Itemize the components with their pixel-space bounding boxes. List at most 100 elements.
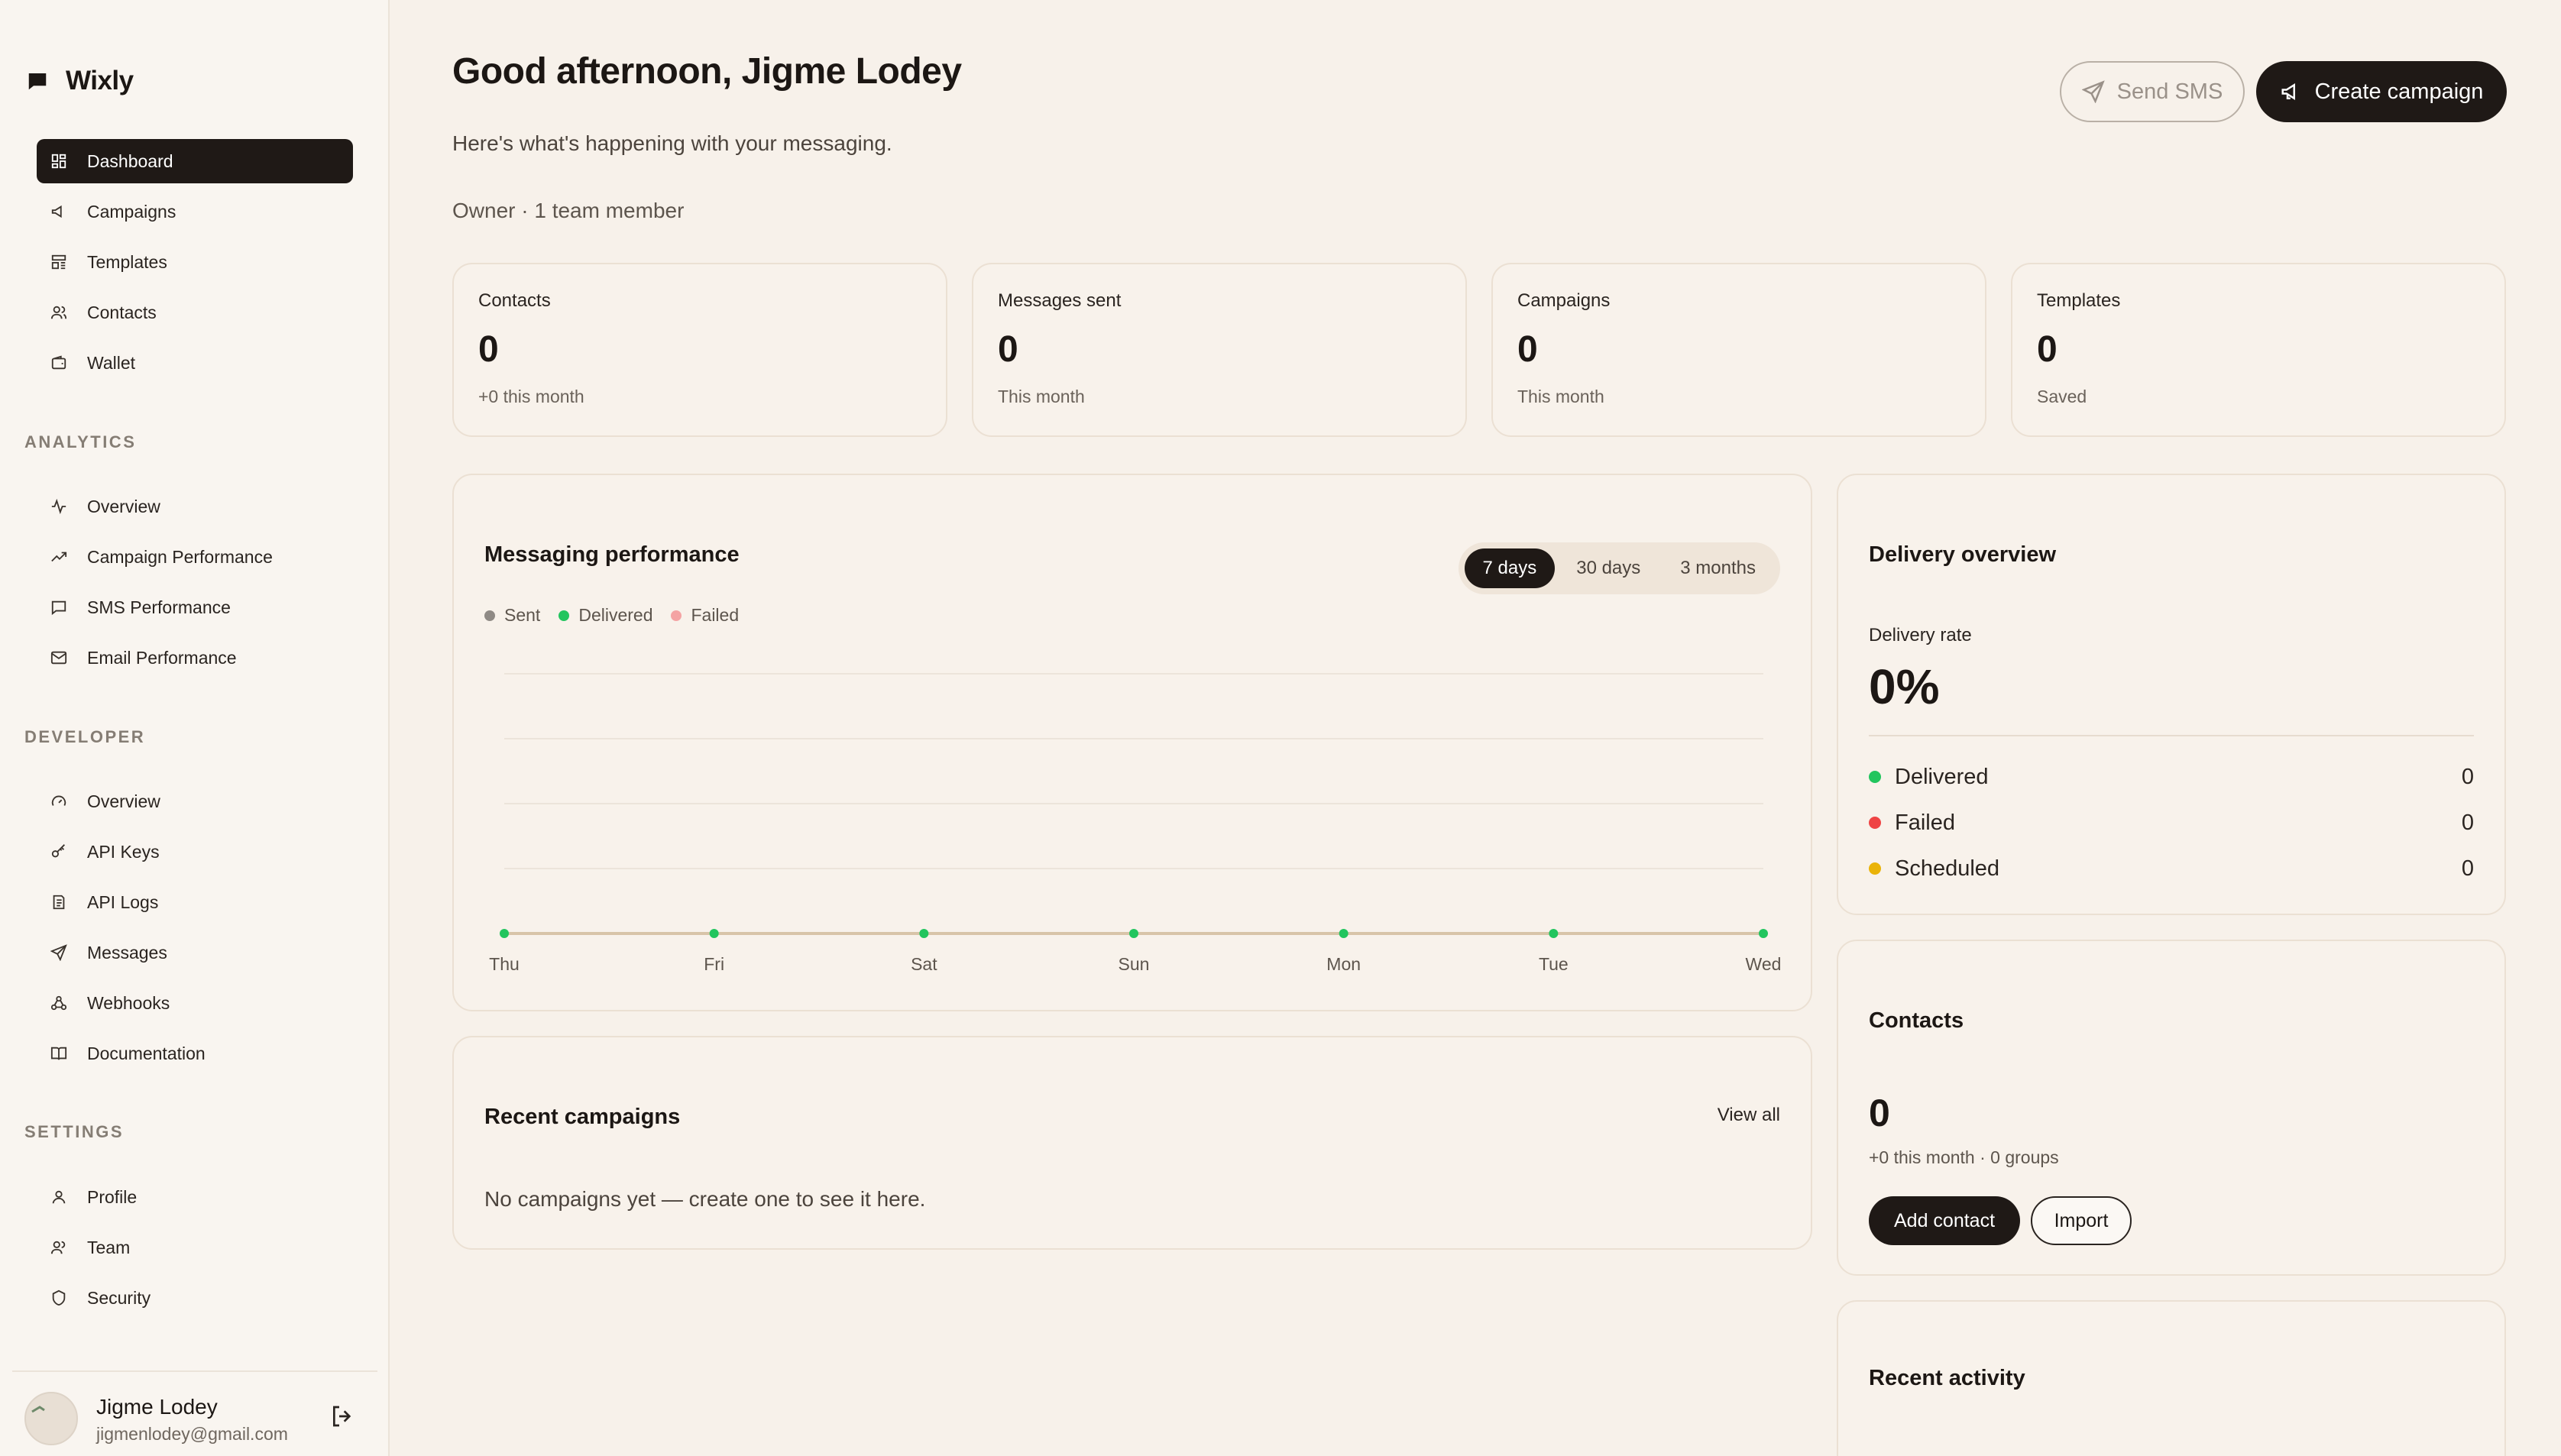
sidebar-item-campaign-performance[interactable]: Campaign Performance bbox=[37, 535, 353, 579]
brand[interactable]: Wixly bbox=[26, 66, 134, 96]
data-point-delivered[interactable] bbox=[1129, 929, 1138, 938]
stat-value: 0 bbox=[478, 329, 499, 370]
page-title: Good afternoon, Jigme Lodey bbox=[452, 51, 962, 92]
delivery-row-failed: Failed 0 bbox=[1869, 807, 2474, 838]
view-all-link[interactable]: View all bbox=[1718, 1105, 1780, 1126]
messaging-performance-card: Messaging performance 7 days 30 days 3 m… bbox=[452, 474, 1812, 1011]
create-campaign-label: Create campaign bbox=[2314, 79, 2484, 104]
stat-value: 0 bbox=[1517, 329, 1538, 370]
sidebar-item-label: Email Performance bbox=[87, 647, 237, 668]
add-contact-button[interactable]: Add contact bbox=[1869, 1196, 2020, 1245]
data-point-delivered[interactable] bbox=[1759, 929, 1768, 938]
stat-subtext: This month bbox=[998, 387, 1085, 406]
sidebar-item-api-keys[interactable]: API Keys bbox=[37, 830, 353, 874]
sidebar-item-contacts[interactable]: Contacts bbox=[37, 290, 353, 335]
sidebar-item-wallet[interactable]: Wallet bbox=[37, 341, 353, 385]
sidebar-item-sms-performance[interactable]: SMS Performance bbox=[37, 585, 353, 629]
stat-label: Contacts bbox=[478, 290, 551, 311]
delivery-rate-value: 0% bbox=[1869, 659, 1940, 714]
x-tick-label: Fri bbox=[704, 954, 724, 974]
sidebar-item-label: API Keys bbox=[87, 841, 160, 862]
card-title: Recent campaigns bbox=[484, 1105, 681, 1129]
x-tick-label: Sat bbox=[911, 954, 937, 974]
avatar[interactable] bbox=[24, 1392, 78, 1445]
send-icon bbox=[2081, 80, 2105, 103]
sidebar-item-dashboard[interactable]: Dashboard bbox=[37, 139, 353, 183]
delivery-row-delivered: Delivered 0 bbox=[1869, 762, 2474, 792]
data-point-delivered[interactable] bbox=[919, 929, 929, 938]
status-dot bbox=[1869, 817, 1881, 829]
sidebar-item-label: Documentation bbox=[87, 1043, 206, 1063]
sidebar-item-label: Webhooks bbox=[87, 992, 170, 1013]
user-email: jigmenlodey@gmail.com bbox=[96, 1424, 288, 1444]
delivery-overview-card: Delivery overview Delivery rate 0% Deliv… bbox=[1837, 474, 2506, 915]
logout-button[interactable] bbox=[330, 1404, 355, 1428]
delivery-row-scheduled: Scheduled 0 bbox=[1869, 853, 2474, 884]
data-point-delivered[interactable] bbox=[1549, 929, 1559, 938]
sidebar-item-team[interactable]: Team bbox=[37, 1225, 353, 1270]
card-title: Delivery overview bbox=[1869, 542, 2057, 567]
book-icon bbox=[49, 1043, 69, 1063]
contacts-subtext: +0 this month · 0 groups bbox=[1869, 1147, 2059, 1167]
card-title: Recent activity bbox=[1869, 1366, 2025, 1390]
contacts-count: 0 bbox=[1869, 1092, 1890, 1134]
performance-line-chart: Thu Fri Sat Sun Mon Tue Wed bbox=[489, 673, 1782, 974]
send-sms-button[interactable]: Send SMS bbox=[2060, 61, 2245, 122]
sidebar-item-email-performance[interactable]: Email Performance bbox=[37, 636, 353, 680]
page-subtitle: Here's what's happening with your messag… bbox=[452, 131, 892, 155]
wallet-icon bbox=[49, 353, 69, 373]
create-campaign-button[interactable]: Create campaign bbox=[2256, 61, 2507, 122]
card-title: Contacts bbox=[1869, 1008, 1964, 1033]
chat-bubble-icon bbox=[26, 70, 49, 92]
delivery-row-label: Failed bbox=[1895, 810, 1955, 835]
sidebar-item-messages[interactable]: Messages bbox=[37, 930, 353, 975]
sidebar-item-security[interactable]: Security bbox=[37, 1276, 353, 1320]
sidebar-item-templates[interactable]: Templates bbox=[37, 240, 353, 284]
contacts-card: Contacts 0 +0 this month · 0 groups Add … bbox=[1837, 940, 2506, 1276]
recent-activity-card: Recent activity bbox=[1837, 1300, 2506, 1456]
x-tick-label: Sun bbox=[1119, 954, 1150, 974]
x-tick-label: Wed bbox=[1746, 954, 1782, 974]
sidebar-item-developer-overview[interactable]: Overview bbox=[37, 779, 353, 823]
delivery-rate-label: Delivery rate bbox=[1869, 625, 1972, 645]
team-meta: Owner · 1 team member bbox=[452, 199, 685, 222]
logs-icon bbox=[49, 892, 69, 912]
stat-subtext: +0 this month bbox=[478, 387, 584, 406]
section-label-developer: DEVELOPER bbox=[24, 727, 146, 746]
sidebar-item-label: Team bbox=[87, 1237, 131, 1257]
data-point-delivered[interactable] bbox=[500, 929, 509, 938]
status-dot bbox=[1869, 771, 1881, 783]
key-icon bbox=[49, 842, 69, 862]
logout-icon bbox=[330, 1404, 355, 1428]
import-button[interactable]: Import bbox=[2031, 1196, 2132, 1245]
sidebar-item-label: Overview bbox=[87, 791, 160, 811]
x-tick-label: Thu bbox=[489, 954, 520, 974]
stat-subtext: Saved bbox=[2037, 387, 2087, 406]
delivery-row-label: Delivered bbox=[1895, 764, 1989, 789]
main-nav: Dashboard Campaigns Templates Contacts W… bbox=[37, 139, 353, 391]
analytics-nav: Overview Campaign Performance SMS Perfor… bbox=[37, 484, 353, 686]
sidebar-item-webhooks[interactable]: Webhooks bbox=[37, 981, 353, 1025]
shield-icon bbox=[49, 1288, 69, 1308]
data-point-delivered[interactable] bbox=[709, 929, 719, 938]
stat-label: Templates bbox=[2037, 290, 2121, 311]
sidebar-item-campaigns[interactable]: Campaigns bbox=[37, 189, 353, 234]
stat-card-campaigns: Campaigns 0 This month bbox=[1491, 263, 1986, 437]
stat-card-templates: Templates 0 Saved bbox=[2011, 263, 2506, 437]
stat-subtext: This month bbox=[1517, 387, 1604, 406]
template-icon bbox=[49, 252, 69, 272]
sidebar-item-analytics-overview[interactable]: Overview bbox=[37, 484, 353, 529]
stat-label: Messages sent bbox=[998, 290, 1122, 311]
sidebar-item-label: Profile bbox=[87, 1186, 138, 1207]
data-point-delivered[interactable] bbox=[1339, 929, 1348, 938]
stat-label: Campaigns bbox=[1517, 290, 1611, 311]
section-label-analytics: ANALYTICS bbox=[24, 432, 137, 451]
megaphone-icon bbox=[2280, 80, 2303, 103]
sidebar-item-profile[interactable]: Profile bbox=[37, 1175, 353, 1219]
send-sms-label: Send SMS bbox=[2116, 79, 2223, 104]
sidebar-item-api-logs[interactable]: API Logs bbox=[37, 880, 353, 924]
section-label-settings: SETTINGS bbox=[24, 1122, 125, 1141]
sidebar-item-label: Contacts bbox=[87, 302, 157, 322]
sidebar-item-label: Messages bbox=[87, 942, 167, 963]
sidebar-item-documentation[interactable]: Documentation bbox=[37, 1031, 353, 1076]
